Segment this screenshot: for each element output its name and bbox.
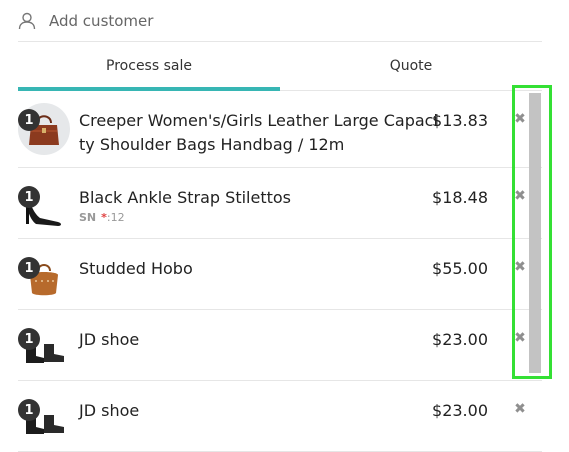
add-customer-label: Add customer bbox=[49, 11, 154, 30]
product-name[interactable]: JD shoe bbox=[79, 328, 441, 352]
cart-item[interactable]: 1 JD shoe $23.00 ✖ bbox=[18, 381, 542, 452]
remove-icon[interactable]: ✖ bbox=[512, 401, 528, 417]
quantity-badge: 1 bbox=[18, 109, 40, 131]
cart-item[interactable]: 1 Creeper Women's/Girls Leather Large Ca… bbox=[18, 91, 542, 168]
add-customer-button[interactable]: Add customer bbox=[18, 0, 542, 42]
serial-number[interactable]: SN *:12 bbox=[79, 211, 125, 224]
product-price[interactable]: $23.00 bbox=[431, 399, 488, 423]
product-name[interactable]: Studded Hobo bbox=[79, 257, 441, 281]
cart-item[interactable]: 1 Black Ankle Strap Stilettos SN *:12 $18… bbox=[18, 168, 542, 239]
product-price[interactable]: $13.83 bbox=[431, 109, 488, 133]
product-price[interactable]: $23.00 bbox=[431, 328, 488, 352]
quantity-badge: 1 bbox=[18, 328, 40, 350]
serial-number-value: :12 bbox=[106, 211, 125, 224]
quantity-badge: 1 bbox=[18, 399, 40, 421]
cart-item[interactable]: 1 JD shoe $23.00 ✖ bbox=[18, 310, 542, 381]
product-name[interactable]: JD shoe bbox=[79, 399, 441, 423]
user-icon bbox=[18, 12, 36, 29]
cart-item-list: 1 Creeper Women's/Girls Leather Large Ca… bbox=[18, 91, 542, 452]
product-price[interactable]: $55.00 bbox=[431, 257, 488, 281]
tab-quote[interactable]: Quote bbox=[280, 42, 542, 90]
sale-tabs: Process sale Quote bbox=[18, 42, 542, 91]
product-name[interactable]: Creeper Women's/Girls Leather Large Capa… bbox=[79, 109, 441, 157]
product-price[interactable]: $18.48 bbox=[431, 186, 488, 210]
quantity-badge: 1 bbox=[18, 257, 40, 279]
serial-number-label: SN bbox=[79, 211, 97, 224]
product-name[interactable]: Black Ankle Strap Stilettos bbox=[79, 186, 441, 210]
quantity-badge: 1 bbox=[18, 186, 40, 208]
tab-process-sale[interactable]: Process sale bbox=[18, 42, 280, 91]
cart-item[interactable]: 1 Studded Hobo $55.00 ✖ bbox=[18, 239, 542, 310]
scrollbar-thumb[interactable] bbox=[529, 93, 541, 373]
